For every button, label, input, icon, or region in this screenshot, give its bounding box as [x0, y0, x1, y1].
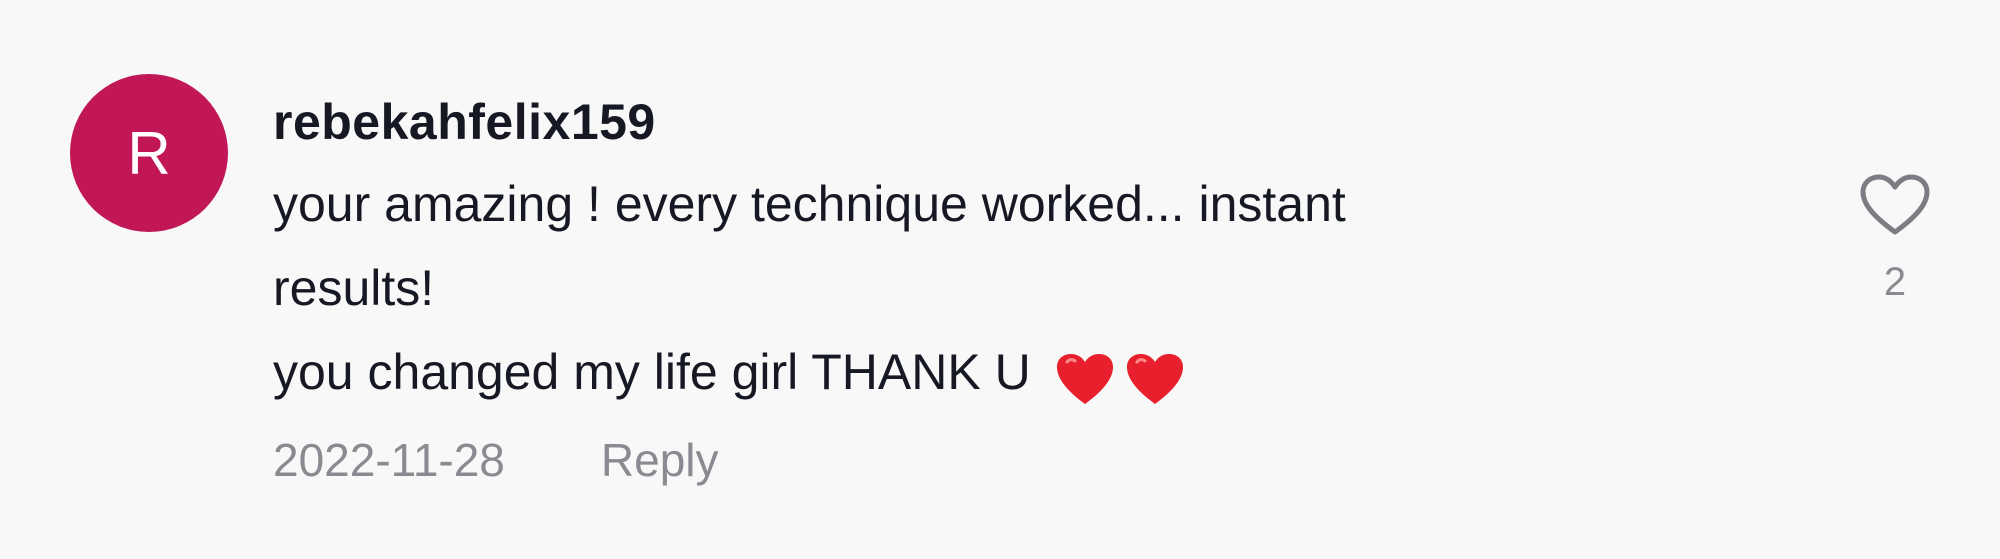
comment-username[interactable]: rebekahfelix159	[273, 92, 1653, 152]
emoji-group	[1055, 334, 1183, 418]
red-heart-emoji-icon	[1126, 353, 1183, 404]
comment-body: rebekahfelix159 your amazing ! every tec…	[273, 92, 1653, 488]
avatar[interactable]: R	[70, 74, 228, 232]
red-heart-emoji-icon	[1056, 353, 1113, 404]
comment-meta: 2022-11-28 Reply	[273, 432, 1653, 488]
comment-item: R rebekahfelix159 your amazing ! every t…	[0, 0, 2000, 559]
reply-button[interactable]: Reply	[601, 432, 719, 488]
like-button[interactable]	[1855, 170, 1935, 242]
comment-text-line: your amazing ! every technique worked...…	[273, 176, 1346, 232]
like-count: 2	[1883, 260, 1907, 304]
comment-text-line: results!	[273, 260, 435, 316]
comment-text: your amazing ! every technique worked...…	[273, 162, 1653, 418]
comment-text-line: you changed my life girl THANK U	[273, 330, 1653, 418]
like-section: 2	[1855, 170, 1935, 306]
comment-text-segment: you changed my life girl THANK U	[273, 344, 1031, 400]
avatar-initial: R	[127, 119, 171, 187]
heart-outline-icon	[1860, 174, 1930, 235]
comment-date: 2022-11-28	[273, 433, 505, 486]
